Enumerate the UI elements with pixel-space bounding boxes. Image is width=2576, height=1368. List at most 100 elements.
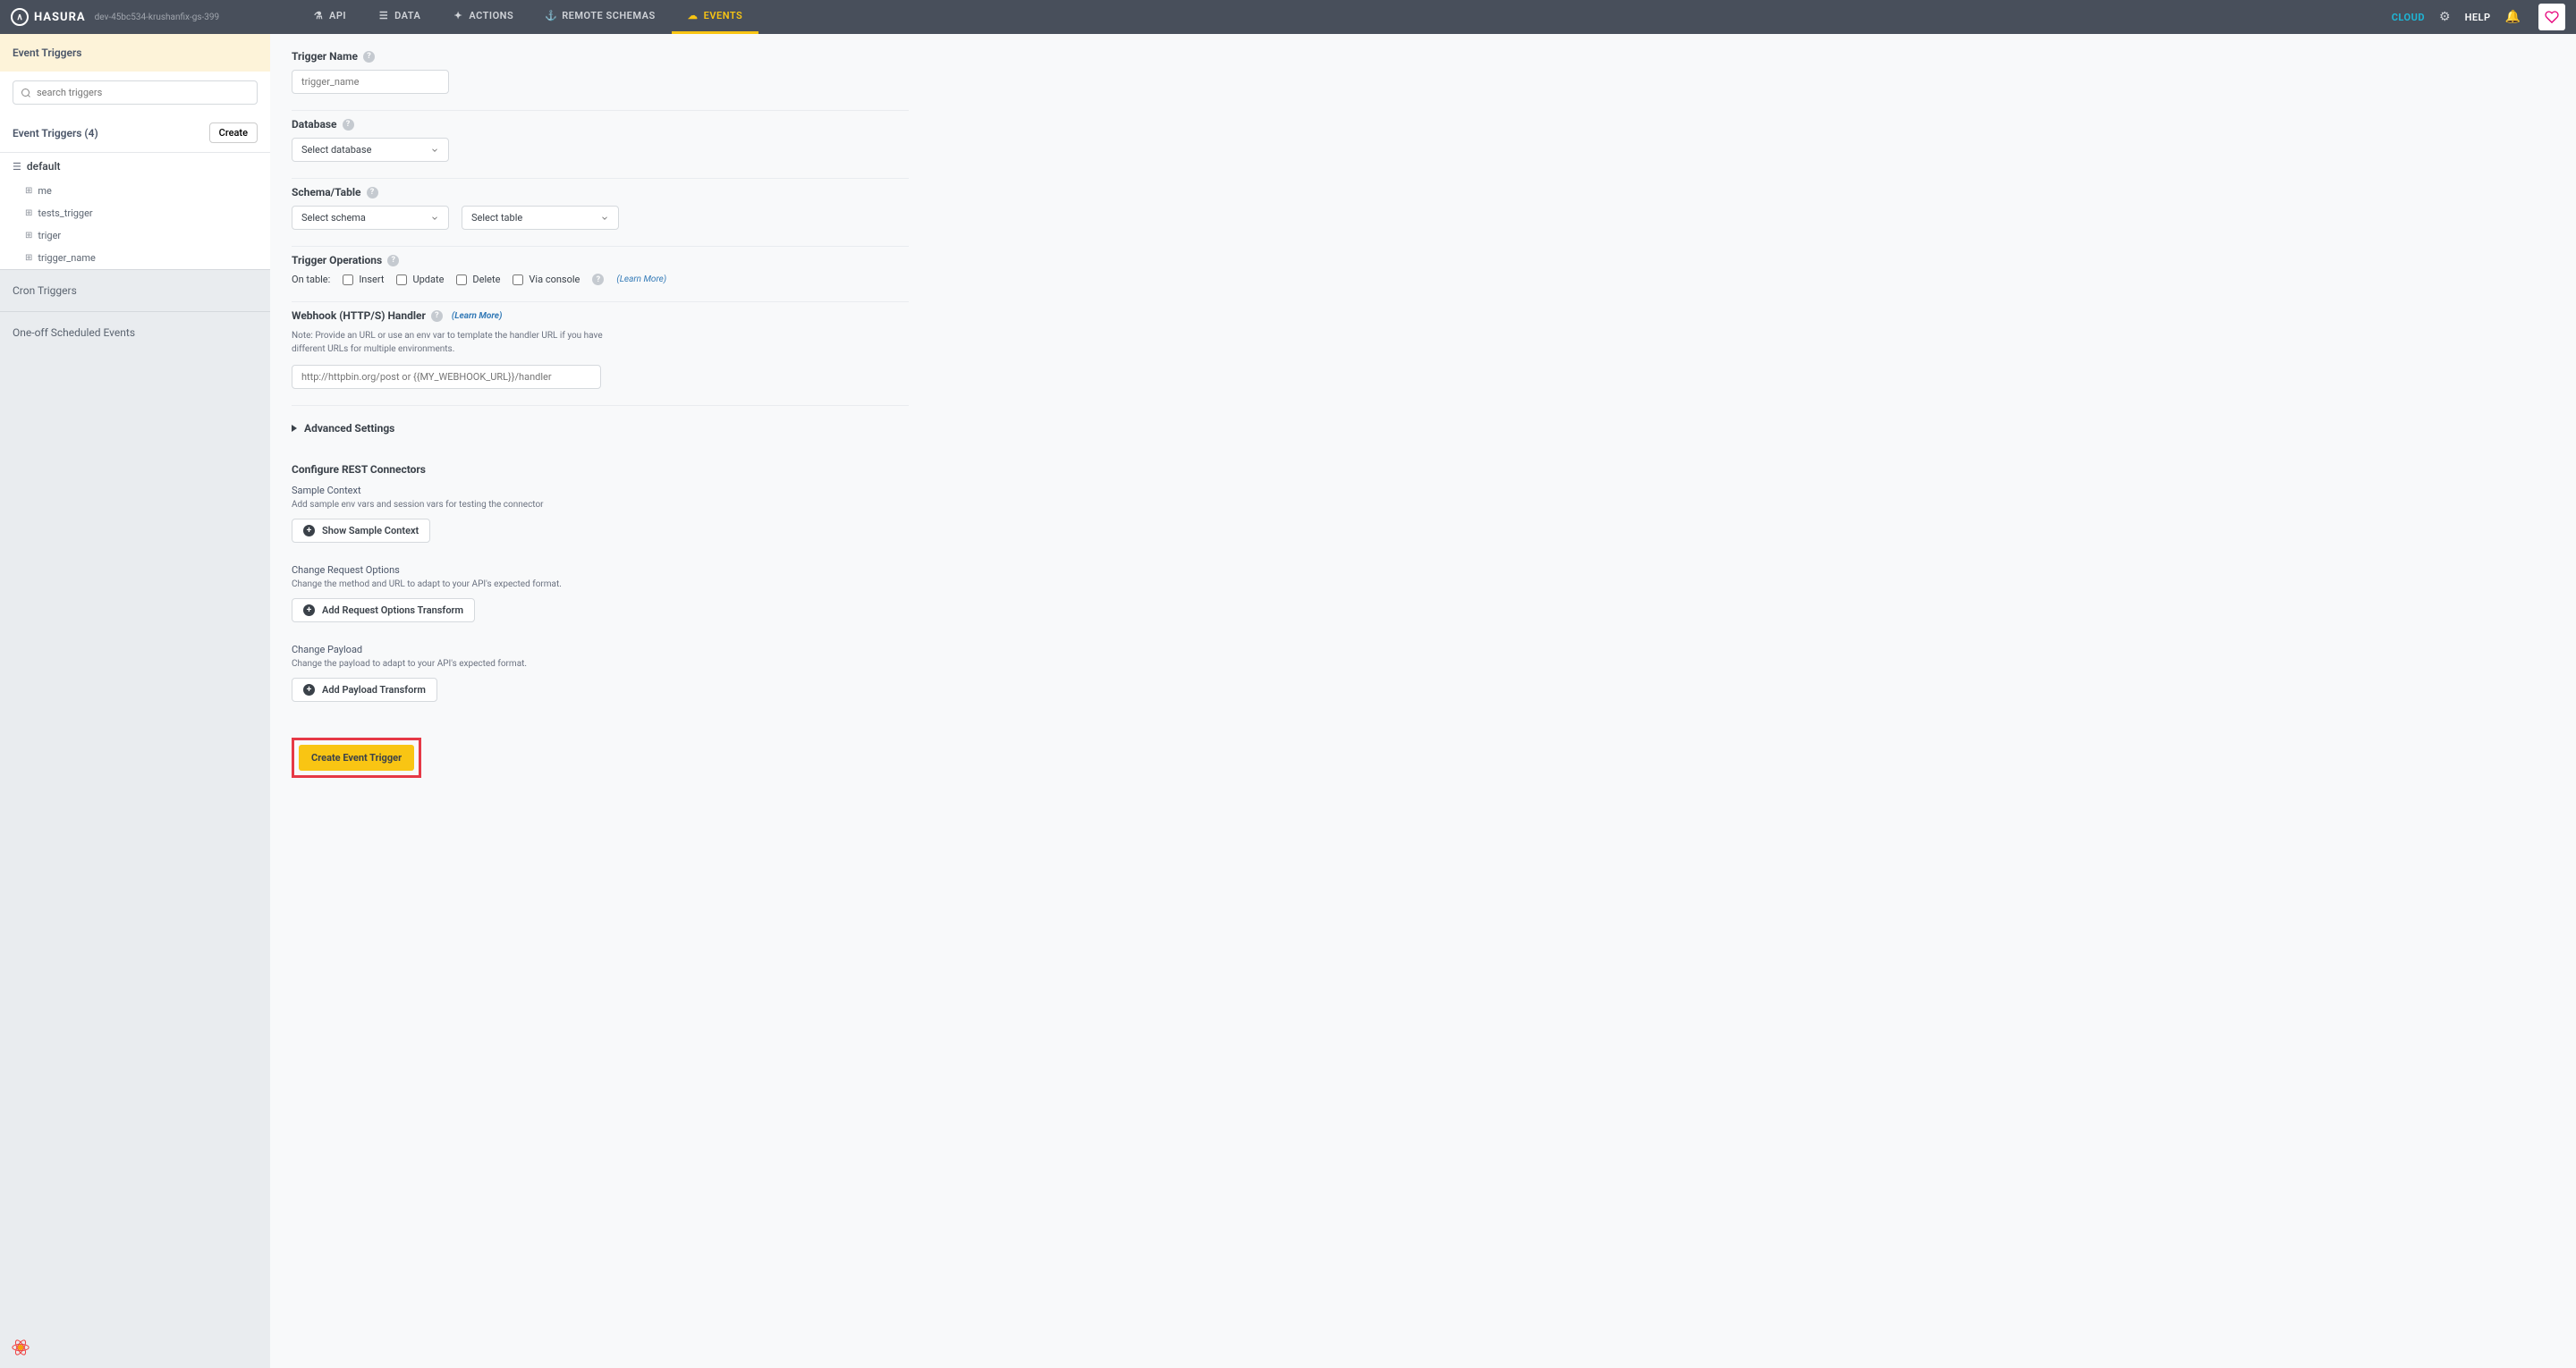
section-rest-connectors: Configure REST Connectors Sample Context…: [292, 451, 909, 718]
help-icon[interactable]: ?: [387, 255, 399, 266]
operations-label: Trigger Operations: [292, 254, 382, 266]
hasura-logo-icon: [11, 8, 29, 26]
tab-data[interactable]: ☰ DATA: [362, 0, 436, 34]
react-query-devtools-icon[interactable]: [9, 1336, 32, 1359]
cloud-link[interactable]: CLOUD: [2392, 12, 2425, 23]
tab-label: EVENTS: [704, 10, 743, 21]
table-icon: ⊞: [25, 208, 32, 218]
main-content: Trigger Name ? Database ? Select databas…: [270, 34, 2576, 1368]
update-checkbox[interactable]: [396, 274, 407, 285]
webhook-label: Webhook (HTTP/S) Handler: [292, 309, 426, 322]
nav-tabs: ⚗ API ☰ DATA ✦ ACTIONS ⚓ REMOTE SCHEMAS …: [297, 0, 758, 34]
heart-button[interactable]: [2538, 4, 2565, 30]
project-name: dev-45bc534-krushanfix-gs-399: [95, 13, 219, 22]
section-trigger-name: Trigger Name ?: [292, 43, 909, 111]
tab-remote-schemas[interactable]: ⚓ REMOTE SCHEMAS: [530, 0, 671, 34]
db-default[interactable]: ☰ default: [0, 153, 270, 180]
learn-more-link[interactable]: (Learn More): [452, 311, 503, 321]
sample-context-label: Sample Context: [292, 485, 909, 496]
database-icon: ☰: [13, 161, 21, 173]
tab-label: REMOTE SCHEMAS: [562, 10, 655, 21]
trigger-label: triger: [38, 230, 61, 241]
create-event-trigger-button[interactable]: Create Event Trigger: [299, 745, 414, 771]
learn-more-link[interactable]: (Learn More): [616, 274, 666, 284]
submit-highlight: Create Event Trigger: [292, 738, 421, 778]
request-options-desc: Change the method and URL to adapt to yo…: [292, 579, 909, 589]
insert-checkbox-label[interactable]: Insert: [343, 274, 384, 285]
delete-checkbox[interactable]: [456, 274, 467, 285]
advanced-label: Advanced Settings: [304, 422, 394, 435]
flask-icon: ⚗: [313, 11, 324, 21]
db-group: ☰ default ⊞ me ⊞ tests_trigger ⊞ triger …: [0, 153, 270, 269]
plug-icon: ⚓: [546, 11, 556, 21]
triggers-count: Event Triggers (4): [13, 127, 98, 139]
trigger-name-input[interactable]: [292, 70, 449, 94]
tab-actions[interactable]: ✦ ACTIONS: [436, 0, 530, 34]
sidebar-oneoff-events[interactable]: One-off Scheduled Events: [0, 312, 270, 353]
help-icon[interactable]: ?: [363, 51, 375, 63]
trigger-name-label: Trigger Name: [292, 50, 358, 63]
logo-section: HASURA dev-45bc534-krushanfix-gs-399: [11, 8, 279, 26]
database-label: Database: [292, 118, 337, 131]
rest-title: Configure REST Connectors: [292, 463, 909, 476]
plus-icon: +: [303, 525, 315, 536]
gear-icon[interactable]: ⚙: [2439, 10, 2451, 24]
database-icon: ☰: [378, 11, 389, 21]
tab-label: API: [329, 10, 346, 21]
bell-icon[interactable]: 🔔: [2505, 10, 2521, 24]
schema-table-label: Schema/Table: [292, 186, 361, 198]
database-select[interactable]: Select database: [292, 138, 449, 162]
chevron-right-icon: [292, 425, 297, 432]
help-icon[interactable]: ?: [367, 187, 378, 198]
webhook-input[interactable]: [292, 365, 601, 389]
plus-icon: +: [303, 684, 315, 696]
section-schema-table: Schema/Table ? Select schema Select tabl…: [292, 179, 909, 247]
create-trigger-button[interactable]: Create: [209, 122, 258, 143]
sidebar-count-row: Event Triggers (4) Create: [0, 114, 270, 153]
tab-events[interactable]: ☁ EVENTS: [672, 0, 759, 34]
search-input[interactable]: [13, 80, 258, 105]
via-console-checkbox-label[interactable]: Via console: [513, 274, 580, 285]
trigger-label: me: [38, 185, 51, 197]
tab-api[interactable]: ⚗ API: [297, 0, 362, 34]
help-icon[interactable]: ?: [592, 274, 604, 285]
add-payload-transform-button[interactable]: + Add Payload Transform: [292, 678, 437, 702]
delete-checkbox-label[interactable]: Delete: [456, 274, 500, 285]
sidebar-trigger-trigger-name[interactable]: ⊞ trigger_name: [0, 247, 270, 269]
help-link[interactable]: HELP: [2465, 12, 2491, 23]
trigger-label: trigger_name: [38, 252, 95, 264]
webhook-note: Note: Provide an URL or use an env var t…: [292, 329, 614, 356]
section-webhook: Webhook (HTTP/S) Handler ? (Learn More) …: [292, 302, 909, 406]
tab-label: DATA: [394, 10, 420, 21]
sidebar-event-triggers-header[interactable]: Event Triggers: [0, 34, 270, 72]
sidebar-trigger-tests[interactable]: ⊞ tests_trigger: [0, 202, 270, 224]
section-operations: Trigger Operations ? On table: Insert Up…: [292, 247, 909, 302]
section-database: Database ? Select database: [292, 111, 909, 179]
db-name: default: [27, 160, 61, 173]
sidebar-trigger-me[interactable]: ⊞ me: [0, 180, 270, 202]
advanced-settings-toggle[interactable]: Advanced Settings: [292, 406, 2555, 451]
sidebar-trigger-triger[interactable]: ⊞ triger: [0, 224, 270, 247]
request-options-label: Change Request Options: [292, 564, 909, 576]
trigger-label: tests_trigger: [38, 207, 92, 219]
cloud-icon: ☁: [688, 11, 699, 21]
via-console-checkbox[interactable]: [513, 274, 523, 285]
help-icon[interactable]: ?: [431, 310, 443, 322]
help-icon[interactable]: ?: [343, 119, 354, 131]
sidebar-cron-triggers[interactable]: Cron Triggers: [0, 270, 270, 311]
nav-right: CLOUD ⚙ HELP 🔔: [2392, 4, 2565, 30]
schema-select[interactable]: Select schema: [292, 206, 449, 230]
sidebar: Event Triggers Event Triggers (4) Create…: [0, 34, 270, 1368]
table-icon: ⊞: [25, 253, 32, 263]
table-icon: ⊞: [25, 231, 32, 241]
add-request-options-button[interactable]: + Add Request Options Transform: [292, 598, 475, 622]
payload-desc: Change the payload to adapt to your API'…: [292, 659, 909, 669]
tab-label: ACTIONS: [469, 10, 513, 21]
show-sample-context-button[interactable]: + Show Sample Context: [292, 519, 430, 543]
sample-context-desc: Add sample env vars and session vars for…: [292, 500, 909, 510]
table-icon: ⊞: [25, 186, 32, 196]
payload-label: Change Payload: [292, 644, 909, 655]
insert-checkbox[interactable]: [343, 274, 353, 285]
update-checkbox-label[interactable]: Update: [396, 274, 444, 285]
table-select[interactable]: Select table: [462, 206, 619, 230]
